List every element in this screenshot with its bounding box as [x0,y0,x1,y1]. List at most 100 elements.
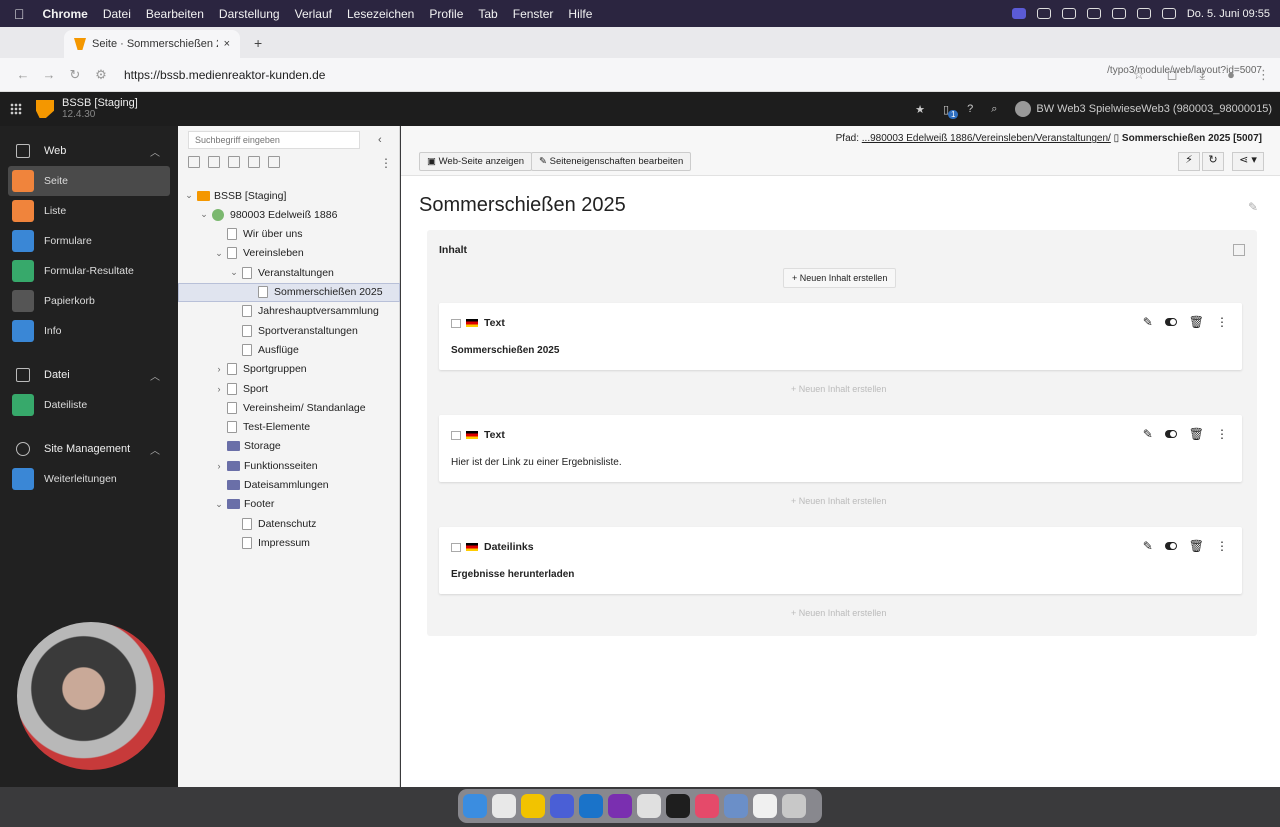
tray-icon[interactable] [1061,8,1076,19]
tree-node[interactable]: ⌄ Vereinsleben [214,244,304,263]
module-group-datei[interactable]: Datei ︿ [0,360,178,390]
download-icon[interactable]: ⤓ [1199,67,1205,83]
new-sysfolder-icon[interactable] [208,156,220,168]
tree-node[interactable]: Impressum [229,533,310,552]
delete-trash-icon[interactable]: 🗑 [1189,315,1204,329]
module-item-formulare[interactable]: Formulare [0,226,170,256]
tree-search-input[interactable] [188,131,360,149]
module-item-papierkorb[interactable]: Papierkorb [0,286,170,316]
menu-item[interactable]: Lesezeichen [347,7,414,21]
menu-item[interactable]: Fenster [513,7,554,21]
chrome-menu-icon[interactable]: ⋮ [1257,67,1270,83]
site-settings-icon[interactable]: ⚙ [88,67,114,83]
tree-node[interactable]: Datenschutz [229,514,316,533]
module-item-info[interactable]: Info [0,316,170,346]
tree-node[interactable]: Storage [214,437,281,456]
collapse-tree-icon[interactable]: ‹ [378,134,382,146]
menu-item[interactable]: Verlauf [295,7,332,21]
new-folder-icon[interactable] [268,156,280,168]
tree-node[interactable]: ⌄ BSSB [Staging] [184,186,286,205]
more-icon[interactable]: ⋮ [1216,315,1228,329]
apple-icon[interactable]:  [14,6,25,22]
forward-icon[interactable]: → [36,67,62,82]
module-item-seite[interactable]: Seite [8,166,170,196]
dock-app-icon[interactable] [753,794,777,818]
expand-toggle-icon[interactable]: › [214,461,224,471]
module-group-site-management[interactable]: Site Management ︿ [0,434,178,464]
share-icon[interactable]: ⋖ ▾ [1232,152,1264,171]
dock-app-icon[interactable] [579,794,603,818]
extensions-icon[interactable]: ◻ [1167,67,1178,83]
edit-pencil-icon[interactable]: ✎ [1143,427,1153,441]
edit-column-icon[interactable] [1233,244,1245,256]
menu-item[interactable]: Darstellung [219,7,280,21]
more-icon[interactable]: ⋮ [1216,539,1228,553]
clear-cache-icon[interactable]: ⚡ [1178,152,1200,171]
reload-icon[interactable]: ↻ [62,67,88,83]
bookmarks-star-icon[interactable]: ★ [915,103,925,116]
menu-item[interactable]: Profile [429,7,463,21]
dock-app-icon[interactable] [782,794,806,818]
opendocs-icon[interactable]: ▯ 1 [943,103,959,119]
edit-pencil-icon[interactable]: ✎ [1248,200,1258,214]
tree-node[interactable]: ⌄ Veranstaltungen [229,263,334,282]
tree-node[interactable]: › Sportgruppen [214,360,307,379]
view-webpage-button[interactable]: ▣ Web-Seite anzeigen [419,152,533,171]
expand-toggle-icon[interactable]: ⌄ [199,209,209,220]
search-icon[interactable]: ⌕ [991,103,997,116]
dock-app-icon[interactable] [724,794,748,818]
tree-node[interactable]: Jahreshauptversammlung [229,302,379,321]
delete-trash-icon[interactable]: 🗑 [1189,427,1204,441]
dock-app-icon[interactable] [637,794,661,818]
new-link-icon[interactable] [248,156,260,168]
tray-icon[interactable] [1036,8,1051,19]
new-page-icon[interactable] [188,156,200,168]
wifi-icon[interactable] [1136,8,1151,19]
tray-icon[interactable] [1086,8,1101,19]
expand-toggle-icon[interactable]: ⌄ [229,267,239,278]
menu-app[interactable]: Chrome [43,7,88,21]
dock-app-icon[interactable] [492,794,516,818]
dock-app-icon[interactable] [463,794,487,818]
dock-app-icon[interactable] [666,794,690,818]
user-menu[interactable]: BW Web3 SpielwieseWeb3 (980003_98000015) [1015,101,1272,117]
visibility-toggle-icon[interactable] [1164,542,1177,550]
tree-node[interactable]: Dateisammlungen [214,476,329,495]
help-icon[interactable]: ? [967,103,973,115]
browser-tab[interactable]: Seite · Sommerschießen 202 × [64,30,240,58]
delete-trash-icon[interactable]: 🗑 [1189,539,1204,553]
menu-item[interactable]: Tab [478,7,497,21]
new-content-button[interactable]: + Neuen Inhalt erstellen [783,268,897,288]
content-element[interactable]: Text Sommerschießen 2025 ✎ 🗑 ⋮ [439,303,1242,370]
tree-node[interactable]: Vereinsheim/ Standanlage [214,398,366,417]
expand-toggle-icon[interactable]: ⌄ [214,248,224,259]
content-element[interactable]: Dateilinks Ergebnisse herunterladen ✎ 🗑 ⋮ [439,527,1242,594]
tree-more-icon[interactable]: ⋮ [380,156,392,170]
module-item-formular-resultate[interactable]: Formular-Resultate [0,256,170,286]
tree-node[interactable]: Sommerschießen 2025 [178,282,400,302]
module-item-dateiliste[interactable]: Dateiliste [0,390,170,420]
tree-node[interactable]: › Sport [214,379,268,398]
new-tab-button[interactable]: + [254,35,262,51]
dock-app-icon[interactable] [550,794,574,818]
tree-node[interactable]: › Funktionsseiten [214,456,318,475]
edit-page-properties-button[interactable]: ✎ Seiteneigenschaften bearbeiten [531,152,692,171]
new-content-button[interactable]: + Neuen Inhalt erstellen [783,492,894,512]
bookmark-star-icon[interactable]: ☆ [1133,67,1145,83]
menu-item[interactable]: Bearbeiten [146,7,204,21]
new-content-button[interactable]: + Neuen Inhalt erstellen [783,604,894,624]
expand-toggle-icon[interactable]: › [214,384,224,394]
module-group-web[interactable]: Web ︿ [0,136,178,166]
url-bar[interactable]: https://bssb.medienreaktor-kunden.de/typ… [124,65,1262,82]
tree-node[interactable]: Ausflüge [229,340,299,359]
dock-app-icon[interactable] [608,794,632,818]
module-item-weiterleitungen[interactable]: Weiterleitungen [0,464,170,494]
close-icon[interactable]: × [224,38,230,50]
visibility-toggle-icon[interactable] [1164,318,1177,326]
tree-node[interactable]: Wir über uns [214,225,303,244]
menu-item[interactable]: Datei [103,7,131,21]
visibility-toggle-icon[interactable] [1164,430,1177,438]
menu-item[interactable]: Hilfe [568,7,592,21]
expand-toggle-icon[interactable]: ⌄ [184,190,194,201]
expand-toggle-icon[interactable]: ⌄ [214,499,224,510]
